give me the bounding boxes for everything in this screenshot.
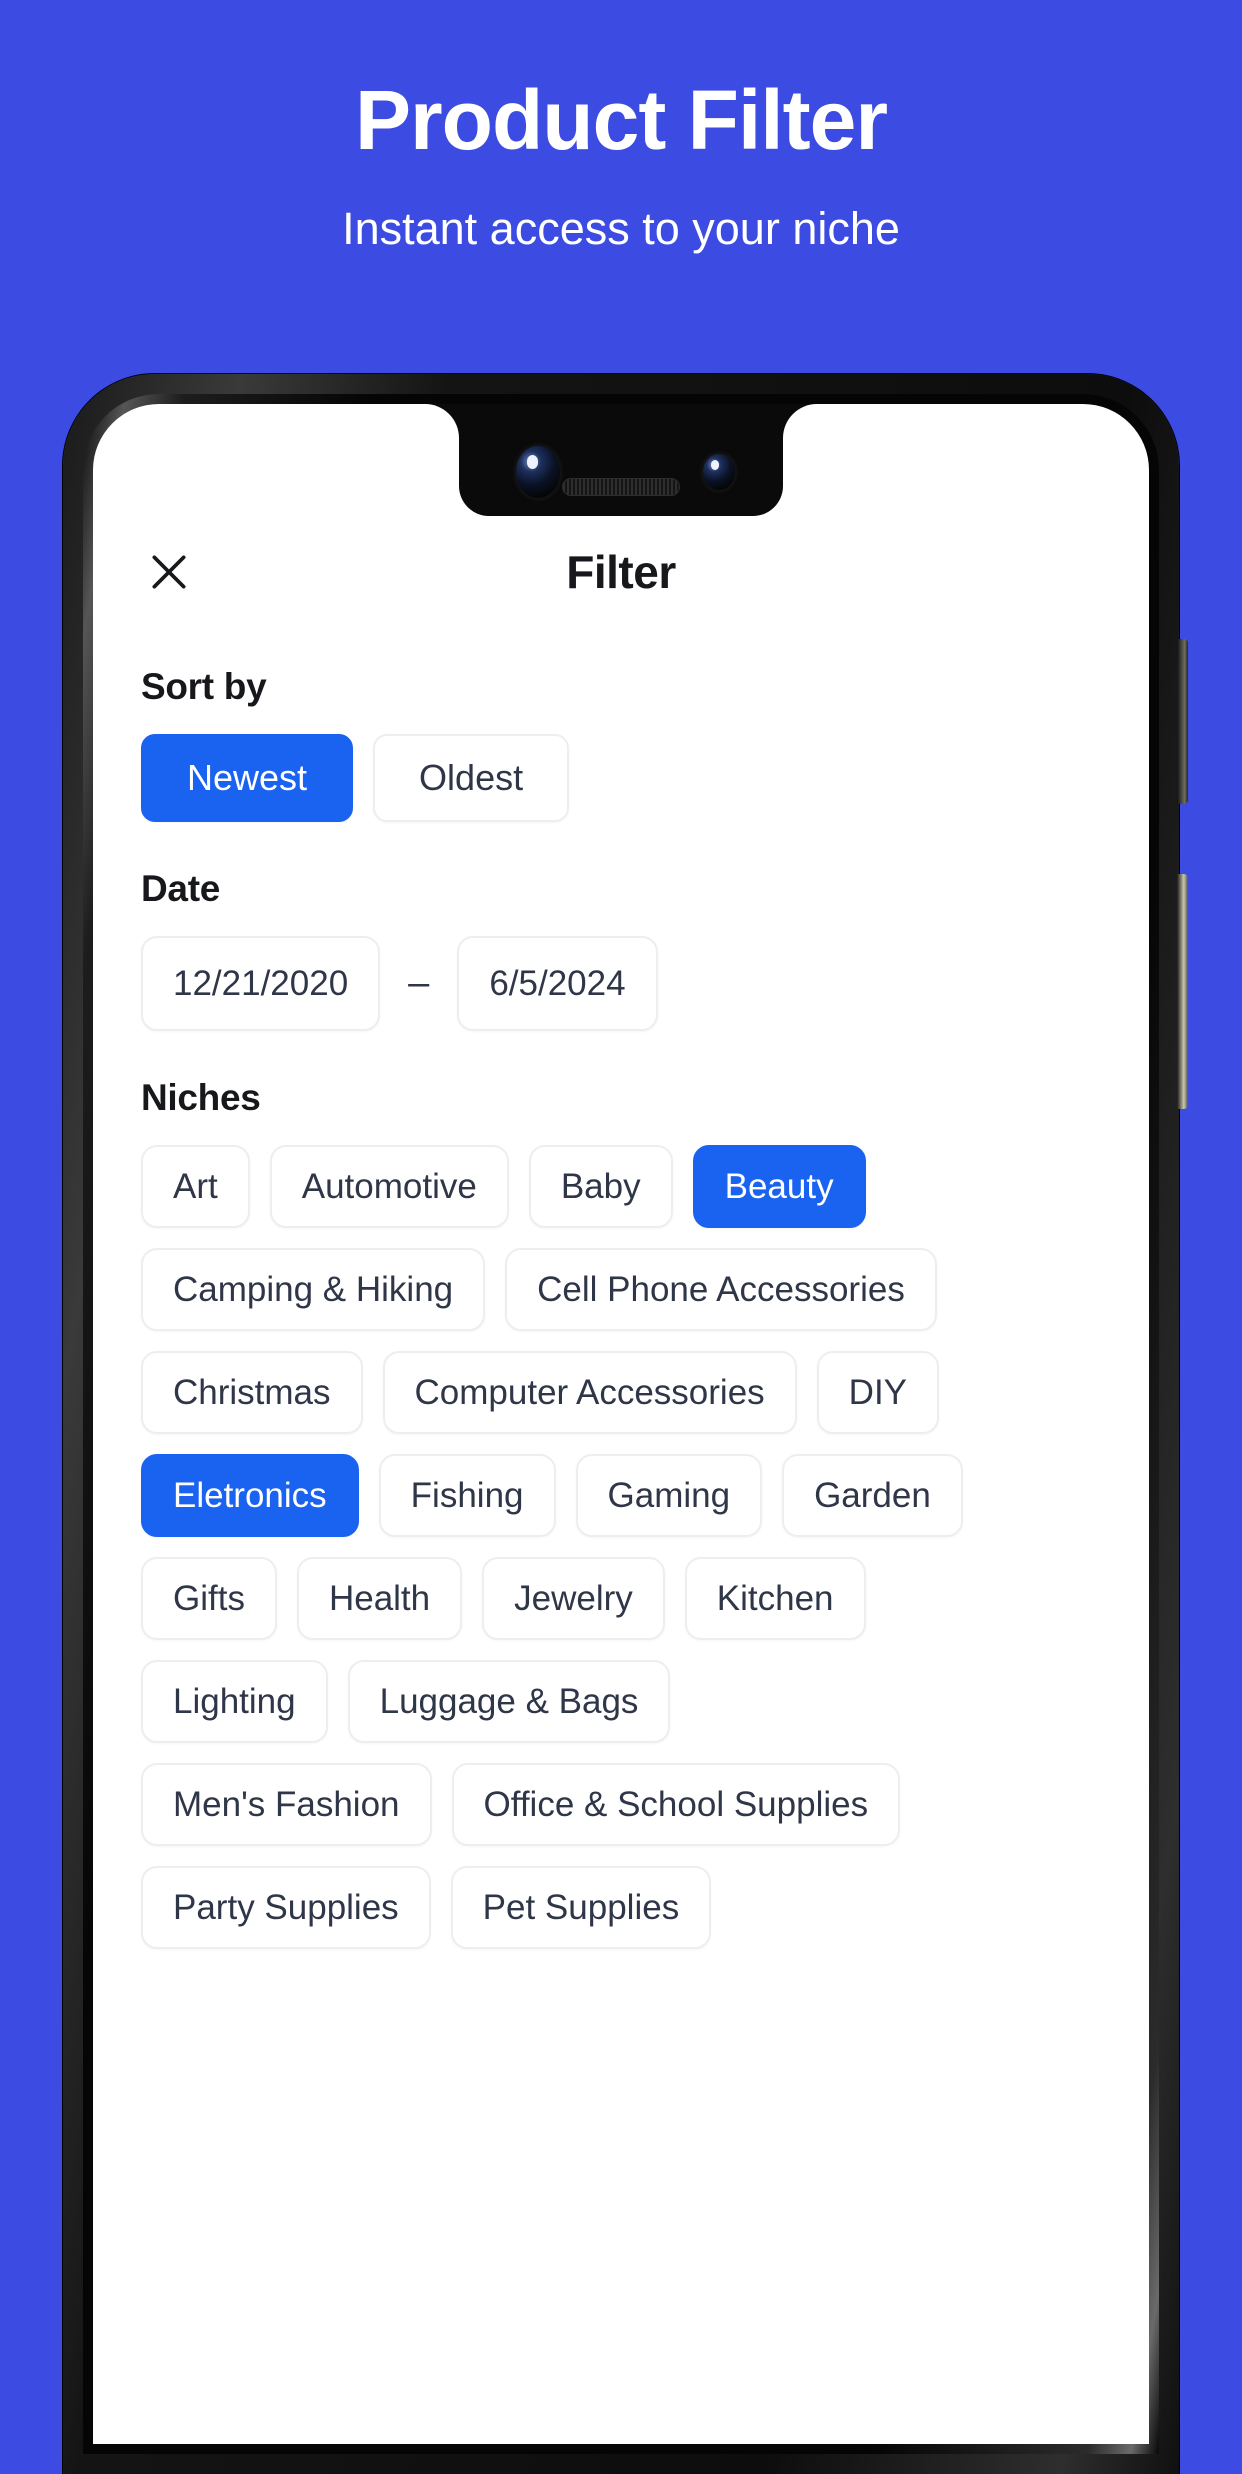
niche-chip[interactable]: Cell Phone Accessories — [505, 1248, 937, 1331]
date-end-input[interactable]: 6/5/2024 — [457, 936, 658, 1031]
niche-chip[interactable]: DIY — [816, 1351, 940, 1434]
close-icon[interactable] — [141, 544, 197, 600]
niche-chip[interactable]: Lighting — [141, 1660, 328, 1743]
niches-row: Eletronics Fishing Gaming Garden — [141, 1454, 1101, 1537]
power-button[interactable] — [1177, 639, 1188, 804]
niches-row: Lighting Luggage & Bags — [141, 1660, 1101, 1743]
phone-mockup: Filter Sort by Newest Oldest Date 12/21/… — [63, 374, 1188, 2474]
date-range-separator: – — [408, 962, 430, 1004]
sort-option-oldest[interactable]: Oldest — [373, 734, 570, 822]
niches-heading: Niches — [141, 1077, 261, 1118]
niche-chip[interactable]: Health — [296, 1557, 463, 1640]
phone-screen: Filter Sort by Newest Oldest Date 12/21/… — [93, 404, 1149, 2444]
niche-chip[interactable]: Gaming — [575, 1454, 763, 1537]
front-camera-secondary-icon — [703, 454, 735, 490]
niche-chip[interactable]: Camping & Hiking — [141, 1248, 486, 1331]
niches-row: Party Supplies Pet Supplies — [141, 1866, 1101, 1949]
niche-chip[interactable]: Office & School Supplies — [451, 1763, 901, 1846]
date-start-input[interactable]: 12/21/2020 — [141, 936, 381, 1031]
niche-chip[interactable]: Pet Supplies — [450, 1866, 712, 1949]
page-title: Filter — [566, 546, 676, 598]
niche-chip[interactable]: Party Supplies — [141, 1866, 431, 1949]
earpiece-speaker — [562, 478, 680, 496]
niches-row: Gifts Health Jewelry Kitchen — [141, 1557, 1101, 1640]
niche-chip[interactable]: Beauty — [692, 1145, 866, 1228]
niches-row: Christmas Computer Accessories DIY — [141, 1351, 1101, 1434]
sort-by-options: Newest Oldest — [141, 734, 1101, 822]
phone-bezel: Filter Sort by Newest Oldest Date 12/21/… — [83, 394, 1159, 2454]
sort-option-newest[interactable]: Newest — [141, 734, 354, 822]
niche-chip[interactable]: Luggage & Bags — [347, 1660, 671, 1743]
promo-header: Product Filter Instant access to your ni… — [0, 0, 1242, 254]
volume-button[interactable] — [1177, 874, 1188, 1109]
niches-row: Art Automotive Baby Beauty — [141, 1145, 1101, 1228]
niches-chip-grid: Art Automotive Baby Beauty Camping & Hiking C… — [141, 1145, 1101, 1949]
app-bar: Filter — [141, 524, 1101, 620]
niche-chip[interactable]: Fishing — [378, 1454, 556, 1537]
date-heading: Date — [141, 868, 220, 909]
date-range-row: 12/21/2020 – 6/5/2024 — [141, 936, 1101, 1031]
front-camera-icon — [516, 446, 560, 498]
niche-chip[interactable]: Automotive — [269, 1145, 509, 1228]
niches-row: Men's Fashion Office & School Supplies — [141, 1763, 1101, 1846]
promo-title: Product Filter — [354, 73, 888, 167]
niche-chip[interactable]: Computer Accessories — [382, 1351, 797, 1434]
niche-chip[interactable]: Garden — [782, 1454, 963, 1537]
niche-chip[interactable]: Eletronics — [141, 1454, 359, 1537]
niche-chip[interactable]: Kitchen — [684, 1557, 866, 1640]
filter-screen: Filter Sort by Newest Oldest Date 12/21/… — [93, 404, 1149, 2444]
sort-by-heading: Sort by — [141, 666, 267, 707]
niche-chip[interactable]: Art — [141, 1145, 250, 1228]
niche-chip[interactable]: Baby — [528, 1145, 673, 1228]
niche-chip[interactable]: Gifts — [141, 1557, 277, 1640]
niche-chip[interactable]: Jewelry — [482, 1557, 665, 1640]
promo-subtitle: Instant access to your niche — [342, 203, 900, 254]
niche-chip[interactable]: Men's Fashion — [141, 1763, 432, 1846]
niche-chip[interactable]: Christmas — [141, 1351, 363, 1434]
niches-row: Camping & Hiking Cell Phone Accessories — [141, 1248, 1101, 1331]
device-notch — [459, 404, 783, 516]
